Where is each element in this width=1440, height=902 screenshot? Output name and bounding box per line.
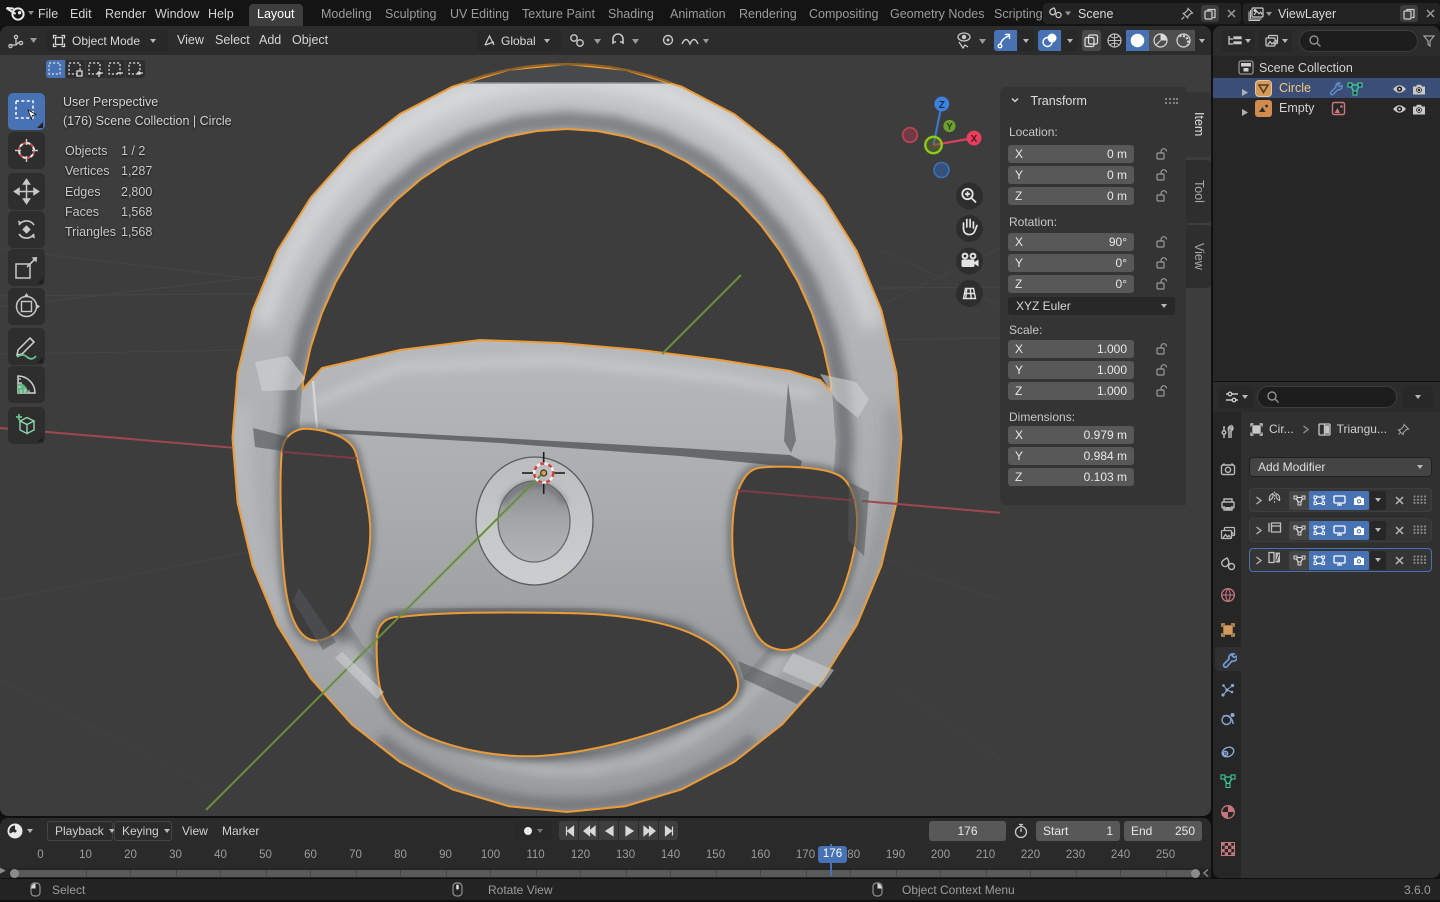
svg-text:Y: Y bbox=[946, 122, 953, 133]
svg-text:X: X bbox=[971, 134, 978, 145]
svg-text:Z: Z bbox=[939, 100, 945, 111]
